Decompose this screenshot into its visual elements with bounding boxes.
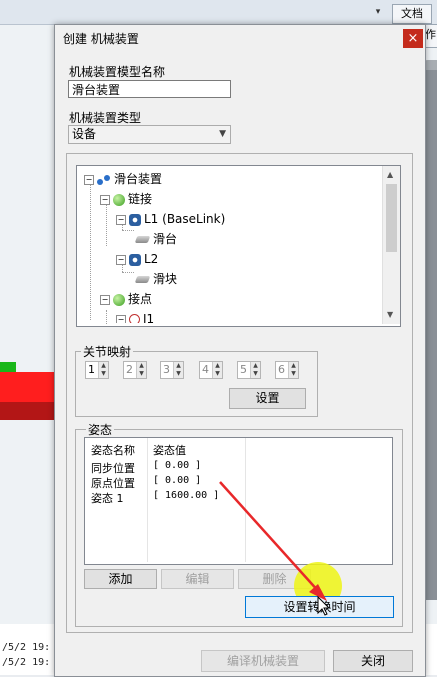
mouse-pointer-icon [317,595,331,616]
arrow-line [219,481,321,594]
annotation-arrow [219,481,331,616]
